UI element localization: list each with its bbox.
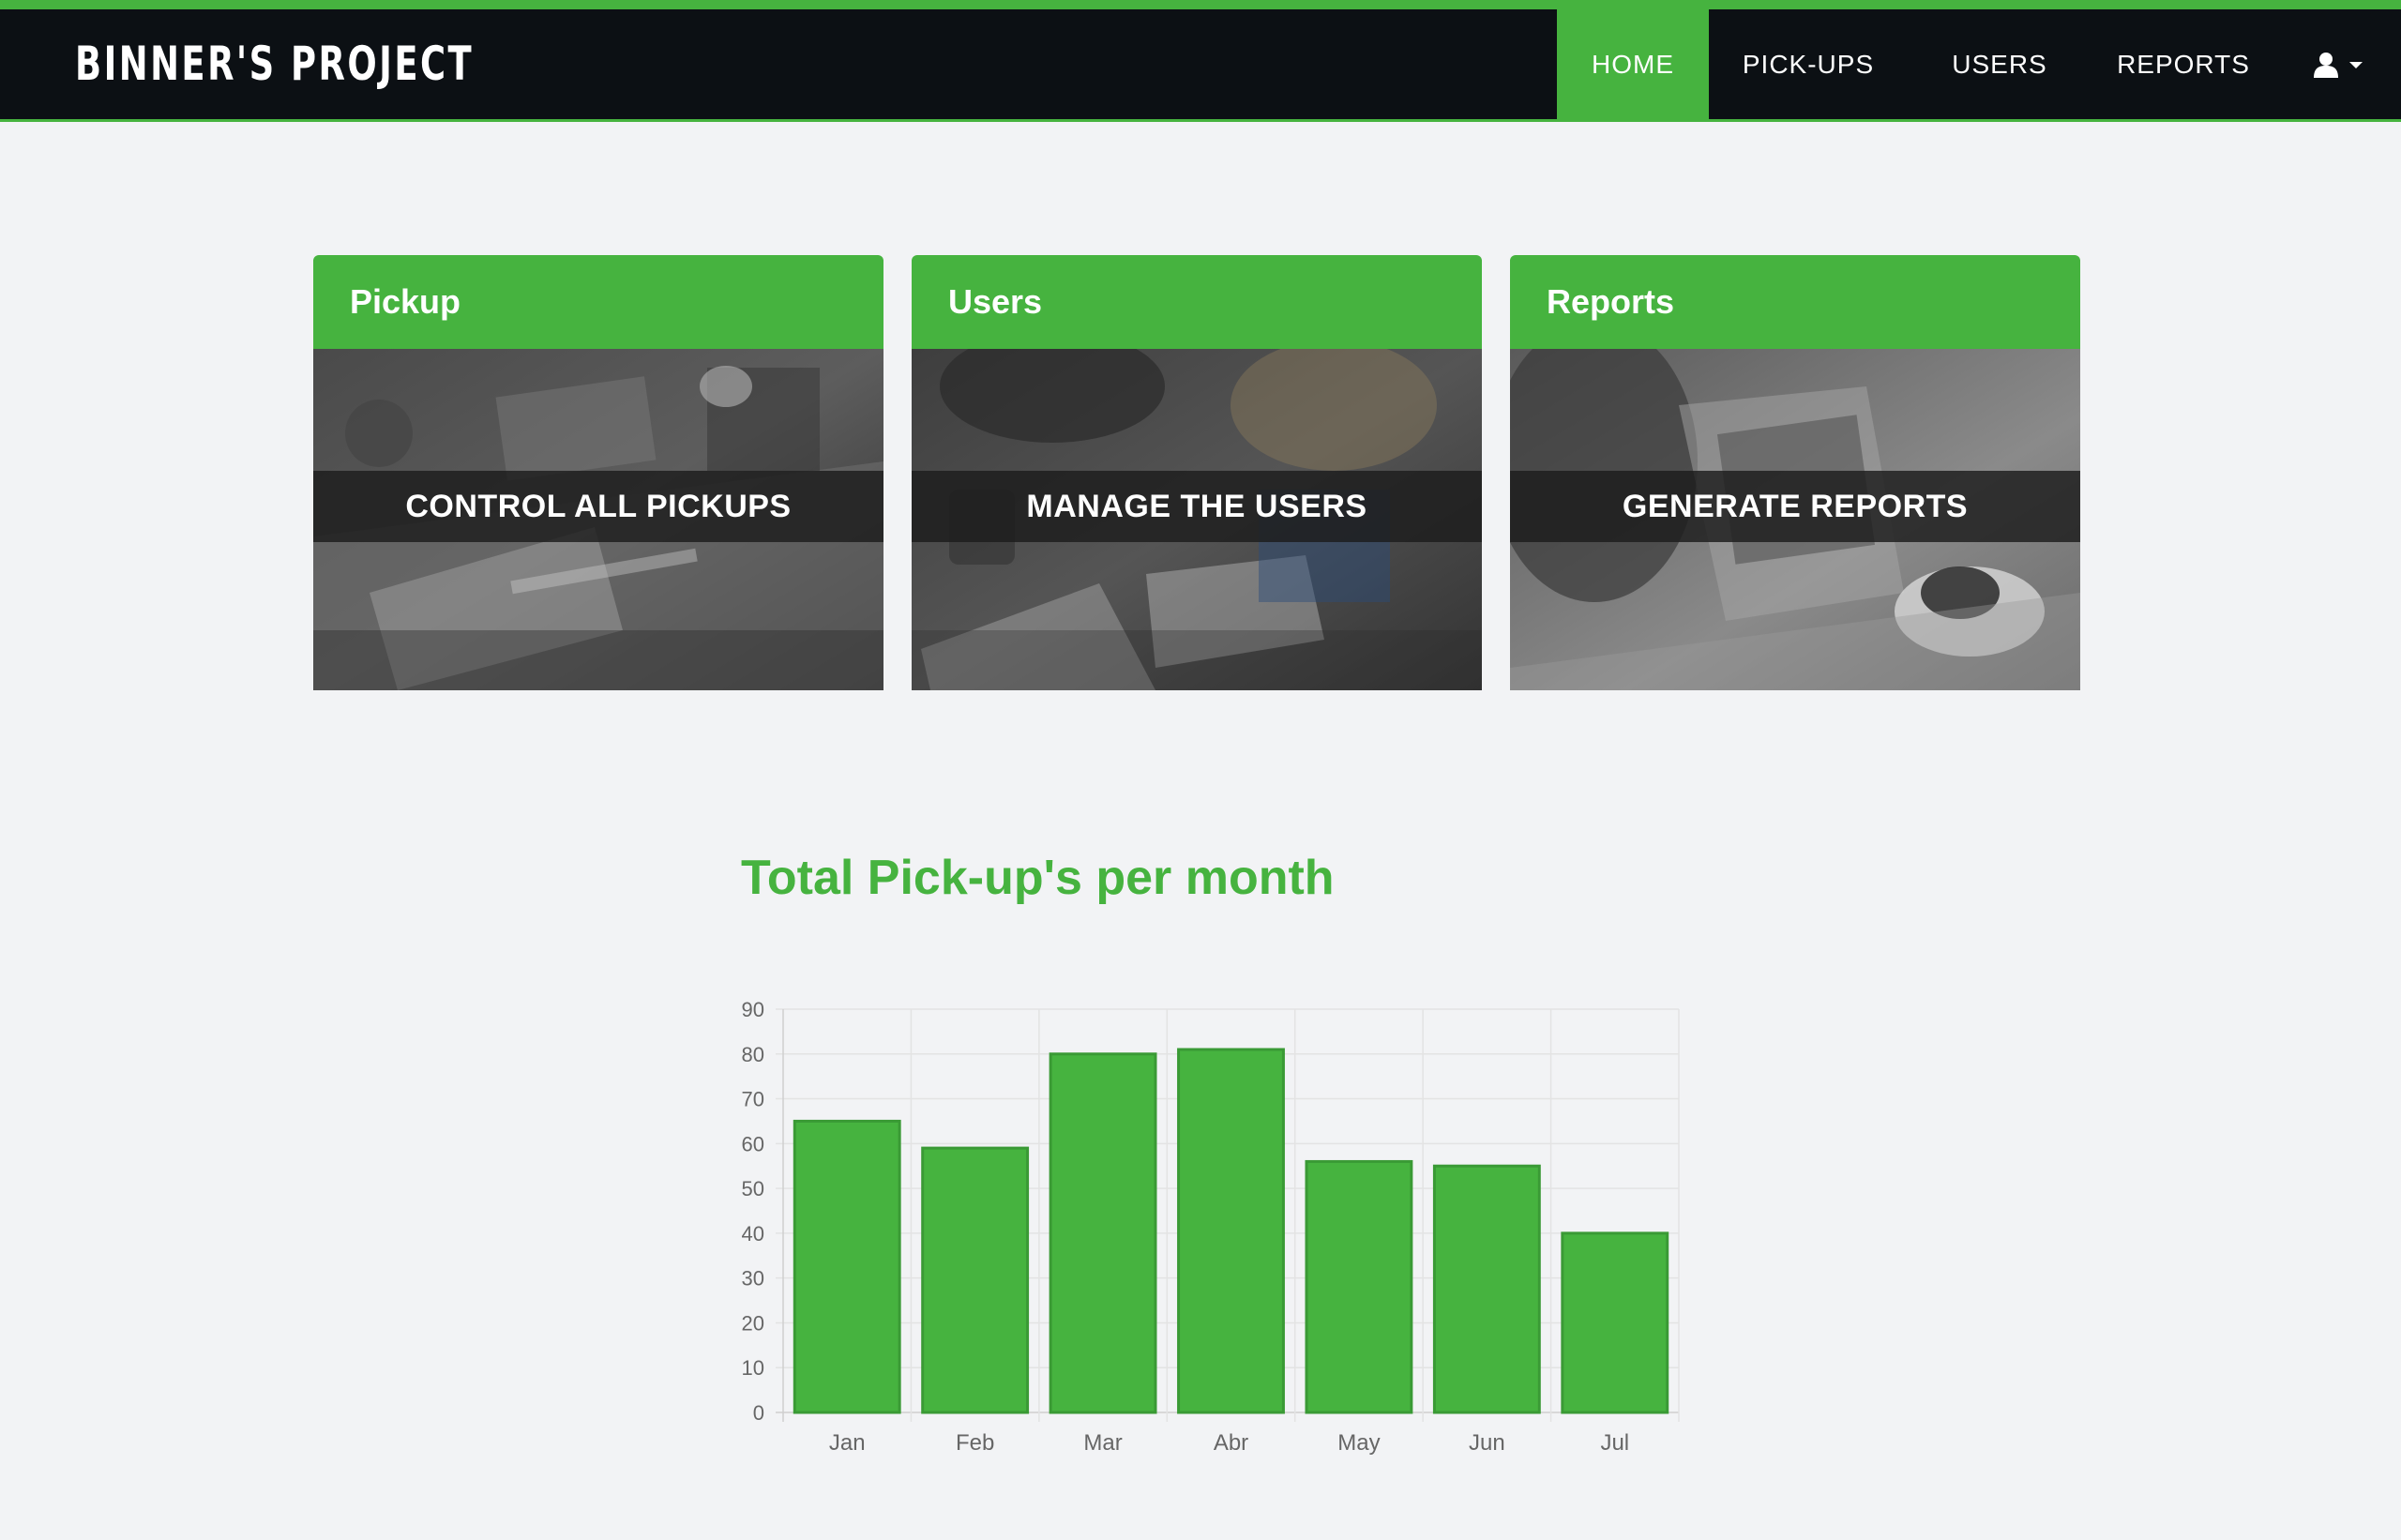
navbar: BINNER'S PROJECT HOME PICK-UPS USERS REP… xyxy=(0,9,2401,122)
card-pickup[interactable]: Pickup CONTROL ALL PICKUPS xyxy=(313,255,883,690)
bar xyxy=(1049,1052,1157,1414)
nav-menu: HOME PICK-UPS USERS REPORTS xyxy=(1557,9,2401,119)
y-tick-label: 20 xyxy=(742,1311,764,1335)
nav-item-reports[interactable]: REPORTS xyxy=(2091,9,2275,119)
y-tick-label: 40 xyxy=(742,1222,764,1246)
bar xyxy=(1305,1159,1413,1414)
pickups-per-month-chart: 0 10 20 30 40 50 60 70 80 90 Jan Feb Mar Abr May Jun Jul xyxy=(742,998,1680,1456)
y-tick-label: 70 xyxy=(742,1088,764,1111)
x-tick-label: Jul xyxy=(1600,1430,1629,1456)
x-tick-label: Jun xyxy=(1469,1430,1505,1456)
y-tick-label: 0 xyxy=(753,1401,764,1425)
bar xyxy=(793,1119,901,1414)
bar xyxy=(1177,1048,1285,1414)
card-pickup-image: CONTROL ALL PICKUPS xyxy=(313,349,883,690)
card-reports-title: Reports xyxy=(1510,255,2080,349)
y-tick-label: 50 xyxy=(742,1177,764,1200)
user-menu-dropdown[interactable] xyxy=(2275,9,2401,119)
x-tick-label: Jan xyxy=(829,1430,866,1456)
card-users[interactable]: Users MANAGE THE USERS xyxy=(912,255,1482,690)
card-pickup-title: Pickup xyxy=(313,255,883,349)
user-icon xyxy=(2314,52,2338,78)
nav-item-home[interactable]: HOME xyxy=(1557,9,1709,119)
bar xyxy=(1432,1164,1541,1414)
y-tick-label: 80 xyxy=(742,1043,764,1066)
y-tick-label: 90 xyxy=(742,998,764,1021)
x-tick-label: May xyxy=(1337,1430,1380,1456)
card-reports[interactable]: Reports GENERATE REPORTS xyxy=(1510,255,2080,690)
caret-down-icon xyxy=(2349,61,2363,68)
x-tick-label: Mar xyxy=(1083,1430,1122,1456)
y-tick-label: 10 xyxy=(742,1356,764,1380)
card-pickup-caption: CONTROL ALL PICKUPS xyxy=(313,471,883,542)
y-tick-label: 30 xyxy=(742,1267,764,1291)
card-users-title: Users xyxy=(912,255,1482,349)
card-reports-caption: GENERATE REPORTS xyxy=(1510,471,2080,542)
bar xyxy=(921,1146,1030,1414)
card-reports-image: GENERATE REPORTS xyxy=(1510,349,2080,690)
nav-item-pick-ups[interactable]: PICK-UPS xyxy=(1709,9,1908,119)
y-tick-label: 60 xyxy=(742,1132,764,1155)
card-users-caption: MANAGE THE USERS xyxy=(912,471,1482,542)
x-tick-label: Feb xyxy=(956,1430,994,1456)
nav-item-users[interactable]: USERS xyxy=(1908,9,2091,119)
navbar-accent-strip xyxy=(0,0,2401,9)
x-tick-label: Abr xyxy=(1214,1430,1248,1456)
chart-title: Total Pick-up's per month xyxy=(741,851,1335,905)
brand-logo[interactable]: BINNER'S PROJECT xyxy=(75,9,474,119)
bar xyxy=(1561,1231,1669,1414)
card-users-image: MANAGE THE USERS xyxy=(912,349,1482,690)
